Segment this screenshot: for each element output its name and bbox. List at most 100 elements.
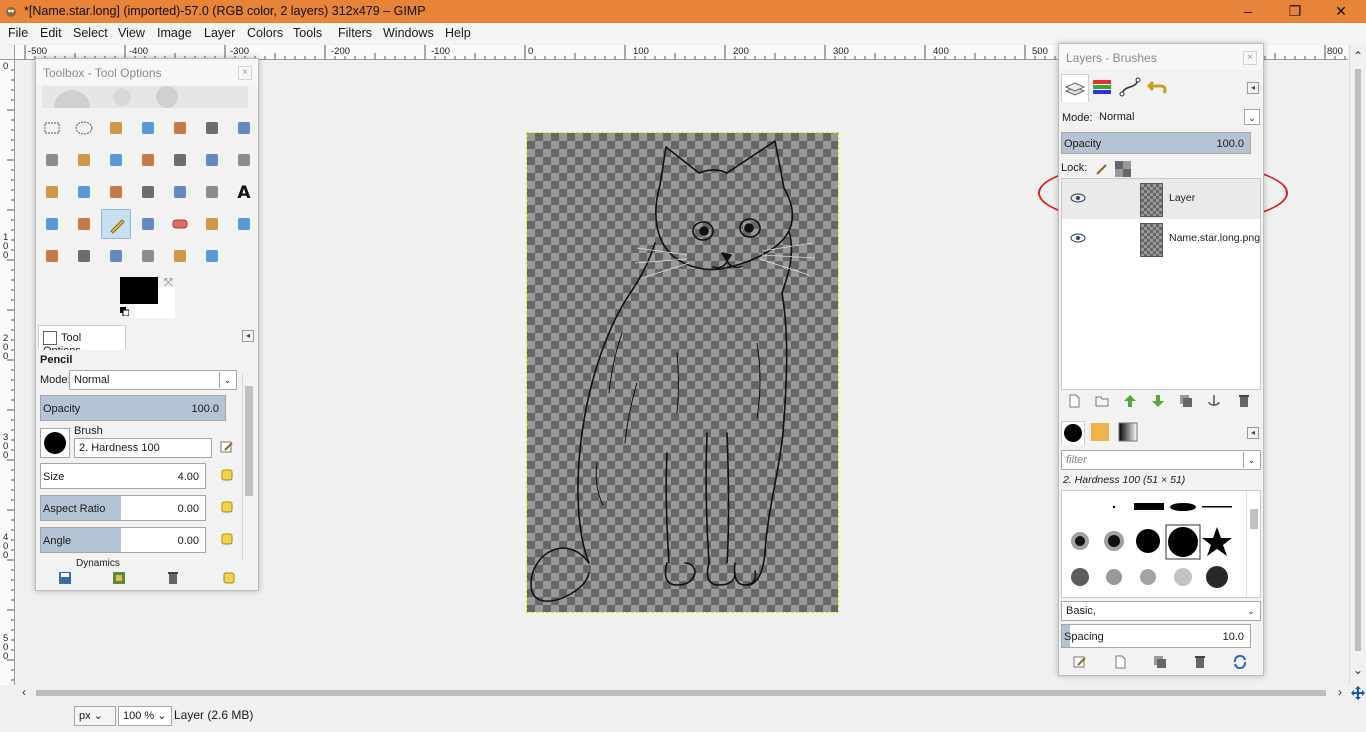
- tab-patterns[interactable]: [1089, 421, 1113, 445]
- brush-preview[interactable]: [40, 428, 70, 458]
- tool-zoom-button[interactable]: [101, 145, 131, 175]
- tool-rect-select-button[interactable]: [37, 113, 67, 143]
- brush-preset-dropdown[interactable]: Basic, ⌄: [1061, 601, 1261, 621]
- tab-menu-icon[interactable]: ◂: [242, 330, 254, 342]
- anchor-layer-icon[interactable]: [1207, 394, 1221, 408]
- lock-alpha-icon[interactable]: [1115, 161, 1131, 177]
- reset-aspect-icon[interactable]: [220, 500, 234, 514]
- brush-name-field[interactable]: 2. Hardness 100: [74, 438, 212, 458]
- scroll-thumb[interactable]: [245, 386, 253, 496]
- tab-menu-icon[interactable]: ◂: [1247, 427, 1259, 439]
- swap-colors-icon[interactable]: ⤧: [164, 277, 173, 290]
- tool-align-button[interactable]: [197, 145, 227, 175]
- tab-undo-history[interactable]: [1145, 74, 1173, 102]
- menu-file[interactable]: File: [8, 26, 28, 40]
- tool-free-select-button[interactable]: [101, 113, 131, 143]
- scroll-down-icon[interactable]: ⌄: [1353, 663, 1363, 677]
- tool-color-select-button[interactable]: [165, 113, 195, 143]
- tool-blur-sharpen-button[interactable]: [133, 241, 163, 271]
- layer-mode-dropdown[interactable]: Normal ⌄: [1061, 108, 1261, 128]
- tool-smudge-button[interactable]: [165, 241, 195, 271]
- edit-brush-icon[interactable]: [220, 440, 234, 454]
- tab-channels[interactable]: [1089, 74, 1117, 102]
- reset-colors-icon[interactable]: [120, 307, 129, 316]
- new-layer-group-icon[interactable]: [1095, 394, 1109, 408]
- menu-view[interactable]: View: [118, 26, 145, 40]
- edit-brush-icon[interactable]: [1073, 655, 1087, 669]
- refresh-brushes-icon[interactable]: [1233, 655, 1247, 669]
- mode-dropdown[interactable]: Normal ⌄: [69, 370, 237, 390]
- tab-gradients[interactable]: [1117, 421, 1141, 445]
- maximize-button[interactable]: ❐: [1272, 0, 1318, 23]
- menu-layer[interactable]: Layer: [204, 26, 235, 40]
- close-icon[interactable]: ×: [238, 66, 252, 80]
- menu-image[interactable]: Image: [157, 26, 192, 40]
- tool-ellipse-select-button[interactable]: [69, 113, 99, 143]
- reset-angle-icon[interactable]: [220, 532, 234, 546]
- close-button[interactable]: ✕: [1318, 0, 1364, 23]
- tool-foreground-select-button[interactable]: [229, 113, 259, 143]
- tool-bucket-fill-button[interactable]: [37, 209, 67, 239]
- opacity-slider[interactable]: Opacity 100.0: [40, 395, 226, 421]
- tool-flip-button[interactable]: [165, 177, 195, 207]
- image-canvas[interactable]: [526, 132, 839, 613]
- vertical-ruler[interactable]: 0 1 0 0 2 0 0 3 0 0 4 0 0 5 0 0: [0, 60, 15, 685]
- layer-name[interactable]: Name.star.long.png: [1169, 232, 1260, 244]
- tool-blend-button[interactable]: [69, 209, 99, 239]
- unit-selector[interactable]: px ⌄: [74, 706, 116, 726]
- tool-color-picker-button[interactable]: [69, 145, 99, 175]
- lower-layer-icon[interactable]: [1151, 394, 1165, 408]
- size-slider[interactable]: Size 4.00: [40, 463, 206, 489]
- scroll-thumb[interactable]: [1355, 69, 1361, 651]
- delete-layer-icon[interactable]: [1237, 394, 1251, 408]
- scroll-left-icon[interactable]: ‹: [22, 685, 26, 699]
- tool-fuzzy-select-button[interactable]: [133, 113, 163, 143]
- duplicate-layer-icon[interactable]: [1179, 394, 1193, 408]
- zoom-selector[interactable]: 100 % ⌄: [118, 706, 172, 726]
- tool-heal-button[interactable]: [69, 241, 99, 271]
- menu-help[interactable]: Help: [445, 26, 471, 40]
- brush-filter-input[interactable]: filter ⌄: [1061, 450, 1261, 470]
- minimize-button[interactable]: –: [1225, 0, 1271, 23]
- menu-select[interactable]: Select: [73, 26, 108, 40]
- tool-perspective-button[interactable]: [133, 177, 163, 207]
- reset-options-icon[interactable]: [222, 571, 236, 585]
- delete-options-icon[interactable]: [166, 571, 180, 585]
- tab-paths[interactable]: [1117, 74, 1145, 102]
- layer-row[interactable]: Name.star.long.png: [1062, 219, 1260, 259]
- tool-pencil-button[interactable]: [101, 209, 131, 239]
- tool-dodge-burn-button[interactable]: [197, 241, 227, 271]
- tool-paths-button[interactable]: [37, 145, 67, 175]
- raise-layer-icon[interactable]: [1123, 394, 1137, 408]
- navigate-icon[interactable]: [1351, 686, 1365, 700]
- aspect-ratio-slider[interactable]: Aspect Ratio 0.00: [40, 495, 206, 521]
- tool-paintbrush-button[interactable]: [133, 209, 163, 239]
- angle-slider[interactable]: Angle 0.00: [40, 527, 206, 553]
- brush-scrollbar[interactable]: [1246, 491, 1260, 597]
- new-layer-icon[interactable]: [1067, 394, 1081, 408]
- layer-opacity-slider[interactable]: Opacity 100.0: [1061, 132, 1251, 154]
- restore-options-icon[interactable]: [112, 571, 126, 585]
- tool-ink-button[interactable]: [229, 209, 259, 239]
- menu-filters[interactable]: Filters: [338, 26, 372, 40]
- tool-rotate-button[interactable]: [37, 177, 67, 207]
- layer-name[interactable]: Layer: [1169, 192, 1195, 204]
- tab-layers[interactable]: [1061, 74, 1089, 102]
- tool-airbrush-button[interactable]: [197, 209, 227, 239]
- spacing-slider[interactable]: Spacing 10.0: [1061, 624, 1251, 648]
- brush-grid[interactable]: [1061, 490, 1261, 598]
- menu-windows[interactable]: Windows: [383, 26, 434, 40]
- tool-shear-button[interactable]: [101, 177, 131, 207]
- tool-scale-button[interactable]: [69, 177, 99, 207]
- tool-scissors-select-button[interactable]: [197, 113, 227, 143]
- tool-perspective-clone-button[interactable]: [101, 241, 131, 271]
- menu-tools[interactable]: Tools: [293, 26, 322, 40]
- tool-eraser-button[interactable]: [165, 209, 195, 239]
- vertical-scrollbar[interactable]: ⌃ ⌄: [1349, 45, 1366, 685]
- save-options-icon[interactable]: [58, 571, 72, 585]
- tool-text-button[interactable]: A: [229, 177, 259, 207]
- scroll-thumb[interactable]: [1250, 509, 1258, 529]
- tab-tool-options[interactable]: Tool Options: [38, 325, 126, 357]
- foreground-color-swatch[interactable]: [120, 277, 158, 304]
- tool-clone-button[interactable]: [37, 241, 67, 271]
